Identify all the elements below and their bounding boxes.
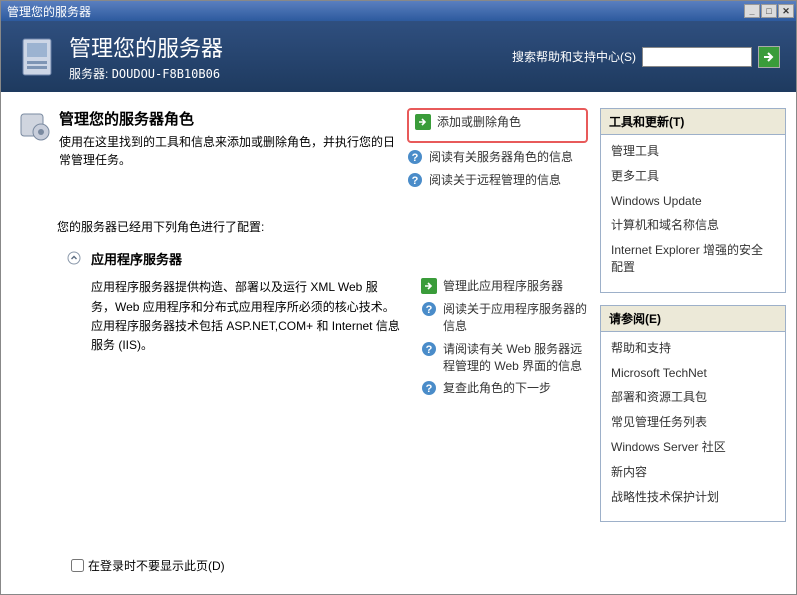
search-go-button[interactable] [758,46,780,68]
svg-text:?: ? [426,304,433,316]
read-remote-link[interactable]: 阅读关于远程管理的信息 [429,172,588,189]
tasks-link[interactable]: 常见管理任务列表 [611,414,775,431]
help-icon: ? [421,301,437,317]
ie-security-link[interactable]: Internet Explorer 增强的安全配置 [611,242,775,276]
read-app-server-link[interactable]: 阅读关于应用程序服务器的信息 [443,301,588,335]
strategy-link[interactable]: 战略性技术保护计划 [611,489,775,506]
roles-section: 管理您的服务器角色 使用在这里找到的工具和信息来添加或删除角色，并执行您的日常管… [17,108,588,194]
configured-heading: 您的服务器已经用下列角色进行了配置: [57,218,588,235]
main-column: 管理您的服务器角色 使用在这里找到的工具和信息来添加或删除角色，并执行您的日常管… [17,108,588,547]
manage-tools-link[interactable]: 管理工具 [611,143,775,160]
help-icon: ? [407,149,423,165]
roles-text: 使用在这里找到的工具和信息来添加或删除角色，并执行您的日常管理任务。 [59,133,399,169]
minimize-button[interactable]: _ [744,4,760,18]
help-icon: ? [421,341,437,357]
server-label: 服务器: [69,67,108,81]
roles-actions: 添加或删除角色 ? 阅读有关服务器角色的信息 ? 阅读关于远程管理的信息 [407,108,588,194]
app-server-desc: 应用程序服务器提供构造、部署以及运行 XML Web 服务，Web 应用程序和分… [91,278,401,403]
search-input[interactable] [642,47,752,67]
more-tools-link[interactable]: 更多工具 [611,168,775,185]
deploy-link[interactable]: 部署和资源工具包 [611,389,775,406]
read-web-mgmt-link[interactable]: 请阅读有关 Web 服务器远程管理的 Web 界面的信息 [443,341,588,375]
arrow-icon [421,278,437,294]
window: 管理您的服务器 _ □ ✕ 管理您的服务器 服务器: DOUDOU-F8B10B… [0,0,797,595]
header-title: 管理您的服务器 [69,31,500,63]
titlebar: 管理您的服务器 _ □ ✕ [1,1,796,21]
dont-show-checkbox[interactable] [71,559,84,572]
search-label: 搜索帮助和支持中心(S) [512,48,636,65]
manage-app-server-link[interactable]: 管理此应用程序服务器 [443,278,588,295]
app-server-section: 应用程序服务器 应用程序服务器提供构造、部署以及运行 XML Web 服务，We… [67,249,588,403]
roles-title: 管理您的服务器角色 [59,108,399,129]
window-title: 管理您的服务器 [3,3,744,20]
review-next-step-link[interactable]: 复查此角色的下一步 [443,380,588,397]
server-icon [17,33,57,81]
roles-description: 管理您的服务器角色 使用在这里找到的工具和信息来添加或删除角色，并执行您的日常管… [59,108,399,169]
technet-link[interactable]: Microsoft TechNet [611,365,775,382]
computer-domain-link[interactable]: 计算机和域名称信息 [611,217,775,234]
app-server-title: 应用程序服务器 [91,249,588,268]
svg-text:?: ? [412,175,419,187]
dont-show-text: 在登录时不要显示此页(D) [88,557,225,574]
svg-text:?: ? [426,383,433,395]
arrow-icon [415,114,431,130]
right-column: 工具和更新(T) 管理工具 更多工具 Windows Update 计算机和域名… [600,108,786,547]
header: 管理您的服务器 服务器: DOUDOU-F8B10B06 搜索帮助和支持中心(S… [1,21,796,92]
help-icon: ? [407,172,423,188]
svg-text:?: ? [426,344,433,356]
highlight-box: 添加或删除角色 [407,108,588,143]
reference-panel: 请参阅(E) 帮助和支持 Microsoft TechNet 部署和资源工具包 … [600,305,786,523]
search-area: 搜索帮助和支持中心(S) [512,46,780,68]
window-buttons: _ □ ✕ [744,4,794,18]
maximize-button[interactable]: □ [761,4,777,18]
app-server-actions: 管理此应用程序服务器 ? 阅读关于应用程序服务器的信息 ? 请阅读有关 Web … [421,278,588,403]
help-icon: ? [421,380,437,396]
whatsnew-link[interactable]: 新内容 [611,464,775,481]
windows-update-link[interactable]: Windows Update [611,193,775,210]
tools-panel-title: 工具和更新(T) [601,109,785,135]
header-text: 管理您的服务器 服务器: DOUDOU-F8B10B06 [69,31,500,82]
add-remove-role-link[interactable]: 添加或删除角色 [437,114,580,131]
server-name: DOUDOU-F8B10B06 [112,67,220,81]
reference-panel-title: 请参阅(E) [601,306,785,332]
svg-text:?: ? [412,152,419,164]
collapse-icon[interactable] [67,251,81,265]
community-link[interactable]: Windows Server 社区 [611,439,775,456]
dont-show-label[interactable]: 在登录时不要显示此页(D) [71,557,726,574]
content: 管理您的服务器角色 使用在这里找到的工具和信息来添加或删除角色，并执行您的日常管… [1,92,796,547]
tools-panel: 工具和更新(T) 管理工具 更多工具 Windows Update 计算机和域名… [600,108,786,293]
help-support-link[interactable]: 帮助和支持 [611,340,775,357]
footer: 在登录时不要显示此页(D) [1,547,796,594]
roles-icon [17,108,51,145]
read-server-roles-link[interactable]: 阅读有关服务器角色的信息 [429,149,588,166]
close-button[interactable]: ✕ [778,4,794,18]
